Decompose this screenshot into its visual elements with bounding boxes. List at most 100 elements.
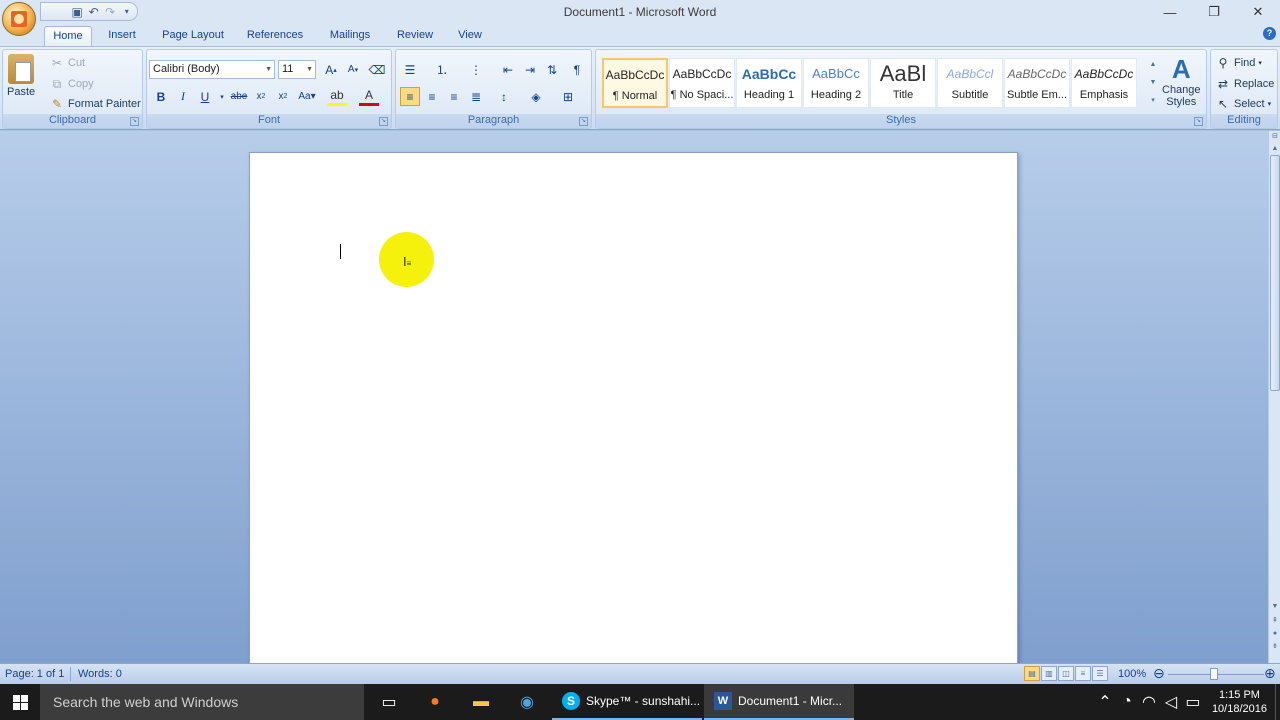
action-center-icon[interactable]: ▭	[1182, 684, 1204, 720]
font-dialog-launcher-icon[interactable]: ↘	[379, 117, 388, 126]
volume-icon[interactable]: ◁	[1160, 684, 1182, 720]
word-count[interactable]: Words: 0	[78, 668, 122, 680]
scroll-down-icon[interactable]: ▼	[1269, 601, 1280, 613]
sort-icon[interactable]: ⇅	[542, 60, 562, 79]
line-spacing-icon[interactable]: ↕	[494, 87, 514, 106]
style-heading-2[interactable]: AaBbCc Heading 2	[803, 58, 869, 108]
style-normal[interactable]: AaBbCcDc ¶ Normal	[602, 58, 668, 108]
tab-insert[interactable]: Insert	[100, 26, 144, 46]
help-icon[interactable]: ?	[1263, 27, 1276, 40]
select-button[interactable]: ↖ Select ▾	[1215, 96, 1271, 112]
superscript-icon[interactable]: x2	[273, 87, 293, 106]
increase-indent-icon[interactable]: ⇥	[520, 60, 540, 79]
align-left-icon[interactable]: ≡	[400, 87, 420, 106]
decrease-indent-icon[interactable]: ⇤	[498, 60, 518, 79]
tab-mailings[interactable]: Mailings	[322, 26, 378, 46]
next-page-icon[interactable]: ⇟	[1269, 641, 1280, 653]
outline-view-icon[interactable]: ≡	[1075, 666, 1091, 681]
web-layout-icon[interactable]: ◫	[1058, 666, 1074, 681]
replace-button[interactable]: ⇄ Replace	[1215, 76, 1274, 92]
show-desktop-button[interactable]	[1275, 684, 1280, 720]
task-view-icon[interactable]: ▭	[366, 684, 412, 720]
title-bar: ▣ ↶ ↷ ▾ Document1 - Microsoft Word — ❐ ✕	[0, 0, 1280, 24]
minimize-icon[interactable]: —	[1148, 0, 1192, 24]
scroll-up-icon[interactable]: ▲	[1269, 143, 1280, 155]
scroll-thumb[interactable]	[1270, 155, 1280, 391]
draft-view-icon[interactable]: ☰	[1092, 666, 1108, 681]
close-icon[interactable]: ✕	[1236, 0, 1280, 24]
show-hidden-icons-icon[interactable]: ⌃	[1094, 684, 1116, 720]
browser-app-icon[interactable]: ◉	[504, 684, 550, 720]
align-center-icon[interactable]: ≡	[422, 87, 442, 106]
bold-icon[interactable]: B	[151, 87, 171, 106]
change-styles-button[interactable]: A Change Styles	[1162, 54, 1201, 108]
document-page[interactable]	[249, 152, 1018, 672]
shading-icon[interactable]: ◈	[526, 87, 546, 106]
zoom-slider-knob[interactable]	[1210, 668, 1218, 680]
paragraph-dialog-launcher-icon[interactable]: ↘	[579, 117, 588, 126]
justify-icon[interactable]: ≣	[466, 87, 486, 106]
style-emphasis[interactable]: AaBbCcDc Emphasis	[1071, 58, 1137, 108]
style-subtitle[interactable]: AaBbCcl Subtitle	[937, 58, 1003, 108]
taskbar-search-box[interactable]: Search the web and Windows	[40, 684, 364, 720]
print-layout-view-icon[interactable]: ▤	[1024, 666, 1040, 681]
network-icon[interactable]: ◔	[1116, 684, 1138, 720]
style-title[interactable]: AaBl Title	[870, 58, 936, 108]
highlight-color-icon[interactable]: ab	[327, 87, 347, 106]
subscript-icon[interactable]: x2	[251, 87, 271, 106]
tab-references[interactable]: References	[242, 26, 308, 46]
tab-review[interactable]: Review	[390, 26, 440, 46]
copy-button[interactable]: ⧉ Copy	[49, 76, 94, 92]
wifi-icon[interactable]: ◠	[1138, 684, 1160, 720]
grow-font-icon[interactable]: A ▴	[321, 60, 341, 79]
format-painter-button[interactable]: ✎ Format Painter	[49, 96, 141, 112]
shrink-font-icon[interactable]: A ▾	[343, 60, 363, 79]
find-button[interactable]: ⚲ Find ▾	[1215, 55, 1262, 71]
start-button[interactable]	[0, 684, 40, 720]
numbering-icon[interactable]: ⒈	[432, 60, 452, 79]
clipboard-dialog-launcher-icon[interactable]: ↘	[130, 117, 139, 126]
cut-button[interactable]: ✂ Cut	[49, 55, 85, 71]
italic-icon[interactable]: I	[173, 87, 193, 106]
style-name: Title	[892, 89, 914, 101]
align-right-icon[interactable]: ≡	[444, 87, 464, 106]
borders-icon[interactable]: ⊞	[558, 87, 578, 106]
taskbar-skype[interactable]: S Skype™ - sunshahi...	[552, 684, 702, 720]
system-tray: ⌃ ◔ ◠ ◁ ▭ 1:15 PM 10/18/2016	[1094, 684, 1280, 720]
ruler-toggle-icon[interactable]: ⊟	[1269, 131, 1280, 143]
styles-dialog-launcher-icon[interactable]: ↘	[1194, 117, 1203, 126]
firefox-icon[interactable]: ●	[412, 684, 458, 720]
font-size-select[interactable]: 11 ▼	[278, 60, 316, 79]
tab-home[interactable]: Home	[44, 26, 92, 46]
restore-icon[interactable]: ❐	[1192, 0, 1236, 24]
font-family-select[interactable]: Calibri (Body) ▼	[149, 60, 275, 79]
page-count[interactable]: Page: 1 of 1	[5, 668, 64, 680]
select-browse-object-icon[interactable]: ●	[1269, 628, 1280, 640]
paste-button[interactable]: Paste	[7, 54, 35, 98]
office-button[interactable]	[2, 2, 36, 36]
taskbar-clock[interactable]: 1:15 PM 10/18/2016	[1204, 688, 1275, 716]
previous-page-icon[interactable]: ⇞	[1269, 615, 1280, 627]
bullets-icon[interactable]: ☰	[400, 60, 420, 79]
font-color-icon[interactable]: A	[359, 87, 379, 106]
style-no-spacing[interactable]: AaBbCcDc ¶ No Spaci...	[669, 58, 735, 108]
full-screen-reading-icon[interactable]: ▥	[1041, 666, 1057, 681]
tab-view[interactable]: View	[450, 26, 490, 46]
file-explorer-icon[interactable]: ▬	[458, 684, 504, 720]
zoom-out-icon[interactable]: ⊖	[1153, 665, 1165, 682]
styles-scroll-up-icon[interactable]: ▲	[1143, 56, 1163, 72]
show-formatting-marks-icon[interactable]: ¶	[567, 60, 587, 79]
strikethrough-icon[interactable]: abe	[229, 87, 249, 106]
style-subtle-emphasis[interactable]: AaBbCcDc Subtle Em...	[1004, 58, 1070, 108]
style-heading-1[interactable]: AaBbCc Heading 1	[736, 58, 802, 108]
zoom-in-icon[interactable]: ⊕	[1264, 665, 1276, 682]
multilevel-list-icon[interactable]: ⋮	[466, 60, 486, 79]
styles-more-icon[interactable]: ▾	[1143, 92, 1163, 108]
styles-scroll-down-icon[interactable]: ▼	[1143, 74, 1163, 90]
taskbar-word[interactable]: W Document1 - Micr...	[704, 684, 854, 720]
tab-page-layout[interactable]: Page Layout	[156, 26, 230, 46]
change-case-icon[interactable]: Aa▾	[297, 87, 317, 106]
zoom-level[interactable]: 100%	[1118, 668, 1146, 680]
vertical-scrollbar[interactable]: ⊟ ▲ ▼ ⇞ ● ⇟	[1268, 131, 1280, 663]
clear-formatting-icon[interactable]: ⌫	[367, 60, 387, 79]
